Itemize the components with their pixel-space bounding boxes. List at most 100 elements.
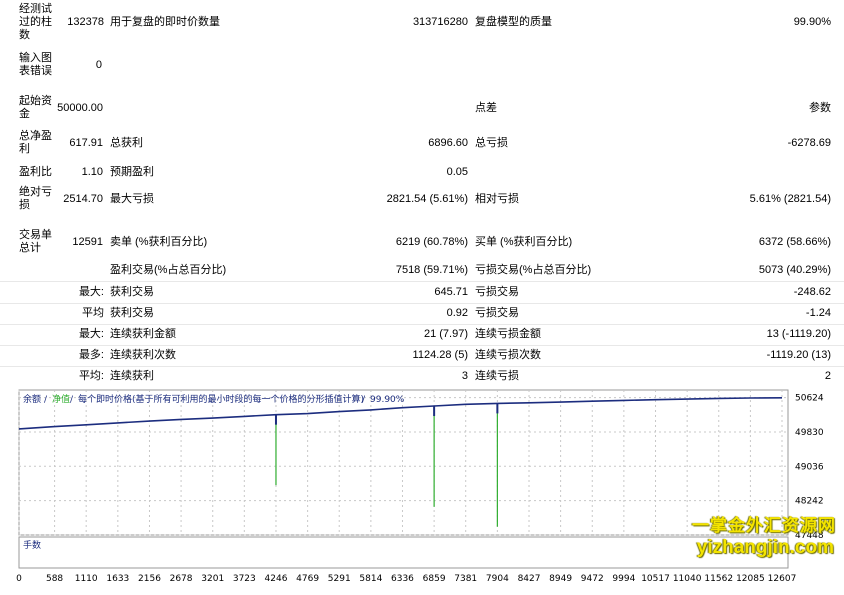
largest-profit-label: 获利交易 (110, 286, 154, 298)
x-tick-label: 11562 (704, 574, 733, 584)
x-tick-label: 12085 (736, 574, 765, 584)
x-tick-label: 9472 (581, 574, 604, 584)
profit-trades-label: 盈利交易(%占总百分比) (110, 264, 227, 276)
x-tick-label: 3723 (233, 574, 256, 584)
profit-factor-label: 盈利比 (19, 166, 52, 178)
x-tick-label: 8427 (518, 574, 541, 584)
row-divider (0, 345, 844, 346)
ticks-value: 313716280 (412, 16, 468, 28)
short-trades-value: 6219 (60.78%) (395, 236, 468, 248)
row-divider (0, 281, 844, 282)
average-consecutive-losses-label: 连续亏损 (475, 370, 519, 382)
bars-tested-value: 132378 (67, 16, 104, 28)
chart-legend: 余额 / 净值 / 每个即时价格(基于所有可利用的最小时段的每一个价格的分形插值… (23, 393, 405, 405)
x-tick-label: 7904 (486, 574, 509, 584)
rel-drawdown-label: 相对亏损 (475, 193, 519, 205)
row-divider (0, 303, 844, 304)
total-trades-label: 交易单总计 (19, 229, 52, 254)
x-tick-label: 9994 (612, 574, 635, 584)
x-tick-label: 5814 (359, 574, 382, 584)
maximal-consecutive-profit-label: 连续获利次数 (110, 349, 176, 361)
max-consecutive-wins-label: 连续获利金额 (110, 328, 176, 340)
max-drawdown-value: 2821.54 (5.61%) (386, 193, 468, 205)
x-tick-label: 6336 (391, 574, 414, 584)
largest-loss-label: 亏损交易 (475, 286, 519, 298)
spread-label: 点差 (475, 102, 497, 114)
net-profit-label: 总净盈利 (19, 130, 52, 155)
legend-quality: 99.90% (370, 395, 405, 405)
short-trades-label: 卖单 (%获利百分比) (110, 236, 208, 248)
y-tick-label: 49036 (795, 462, 824, 472)
legend-description: 每个即时价格(基于所有可利用的最小时段的每一个价格的分形插值计算) (78, 393, 364, 405)
y-tick-label: 49830 (795, 428, 824, 438)
long-trades-value: 6372 (58.66%) (758, 236, 831, 248)
average-profit-value: 0.92 (446, 307, 468, 319)
quality-label: 复盘模型的质量 (475, 16, 552, 28)
watermark-url: yizhangjin.com (696, 537, 834, 558)
maximal-consecutive-loss-value: -1119.20 (13) (766, 349, 831, 361)
x-tick-label: 6859 (423, 574, 446, 584)
average-prefix: 平均 (82, 307, 104, 319)
maximal-consecutive-prefix: 最多: (78, 349, 104, 361)
x-tick-label: 11040 (673, 574, 702, 584)
gross-loss-value: -6278.69 (787, 137, 831, 149)
rel-drawdown-value: 5.61% (2821.54) (749, 193, 831, 205)
x-tick-label: 4769 (296, 574, 319, 584)
x-tick-label: 5291 (328, 574, 351, 584)
max-consecutive-losses-value: 13 (-1119.20) (766, 328, 831, 340)
legend-balance: 余额 (23, 393, 41, 405)
row-divider (0, 324, 844, 325)
mismatch-value: 0 (95, 59, 102, 71)
y-tick-label: 48242 (795, 497, 824, 507)
largest-profit-value: 645.71 (434, 286, 468, 298)
x-tick-label: 588 (46, 574, 63, 584)
watermark-title: 一掌金外汇资源网 (692, 516, 836, 535)
x-tick-label: 12607 (768, 574, 797, 584)
deposit-label: 起始资金 (19, 95, 52, 120)
x-tick-label: 1633 (106, 574, 129, 584)
average-loss-label: 亏损交易 (475, 307, 519, 319)
deposit-value: 50000.00 (57, 102, 103, 114)
abs-drawdown-label: 绝对亏损 (19, 186, 52, 211)
spread-value: 参数 (809, 102, 831, 114)
x-tick-label: 2156 (138, 574, 161, 584)
average-profit-label: 获利交易 (110, 307, 154, 319)
net-profit-value: 617.91 (69, 137, 103, 149)
profit-factor-value: 1.10 (81, 166, 103, 178)
average-consecutive-losses-value: 2 (824, 370, 831, 382)
expected-payoff-value: 0.05 (446, 166, 468, 178)
profit-trades-value: 7518 (59.71%) (395, 264, 468, 276)
gross-profit-label: 总获利 (110, 137, 143, 149)
maximal-consecutive-loss-label: 连续亏损次数 (475, 349, 541, 361)
max-consecutive-losses-label: 连续亏损金额 (475, 328, 541, 340)
balance-chart: 余额 / 净值 / 每个即时价格(基于所有可利用的最小时段的每一个价格的分形插值… (0, 389, 844, 595)
main-chart-panel (18, 389, 789, 536)
largest-prefix: 最大: (78, 286, 104, 298)
loss-trades-label: 亏损交易(%占总百分比) (475, 264, 592, 276)
x-tick-label: 7381 (454, 574, 477, 584)
max-drawdown-label: 最大亏损 (110, 193, 154, 205)
row-divider (0, 366, 844, 367)
average-consecutive-wins-value: 3 (461, 370, 468, 382)
mismatch-label: 输入图表错误 (19, 52, 52, 77)
volume-label: 手数 (23, 539, 41, 551)
max-consecutive-prefix: 最大: (78, 328, 104, 340)
x-tick-label: 1110 (75, 574, 98, 584)
bars-tested-label: 经测试过的柱数 (19, 3, 52, 41)
x-tick-label: 3201 (201, 574, 224, 584)
average-loss-value: -1.24 (805, 307, 831, 319)
x-tick-label: 4246 (265, 574, 288, 584)
average-consecutive-wins-label: 连续获利 (110, 370, 154, 382)
ticks-label: 用于复盘的即时价数量 (110, 16, 220, 28)
y-tick-label: 50624 (795, 394, 824, 404)
long-trades-label: 买单 (%获利百分比) (475, 236, 573, 248)
legend-equity: 净值 (52, 393, 70, 405)
x-tick-label: 10517 (641, 574, 670, 584)
maximal-consecutive-profit-value: 1124.28 (5) (412, 349, 468, 361)
gross-profit-value: 6896.60 (428, 137, 468, 149)
gross-loss-label: 总亏损 (475, 137, 508, 149)
total-trades-value: 12591 (72, 236, 103, 248)
abs-drawdown-value: 2514.70 (63, 193, 103, 205)
x-tick-label: 8949 (549, 574, 572, 584)
largest-loss-value: -248.62 (793, 286, 831, 298)
